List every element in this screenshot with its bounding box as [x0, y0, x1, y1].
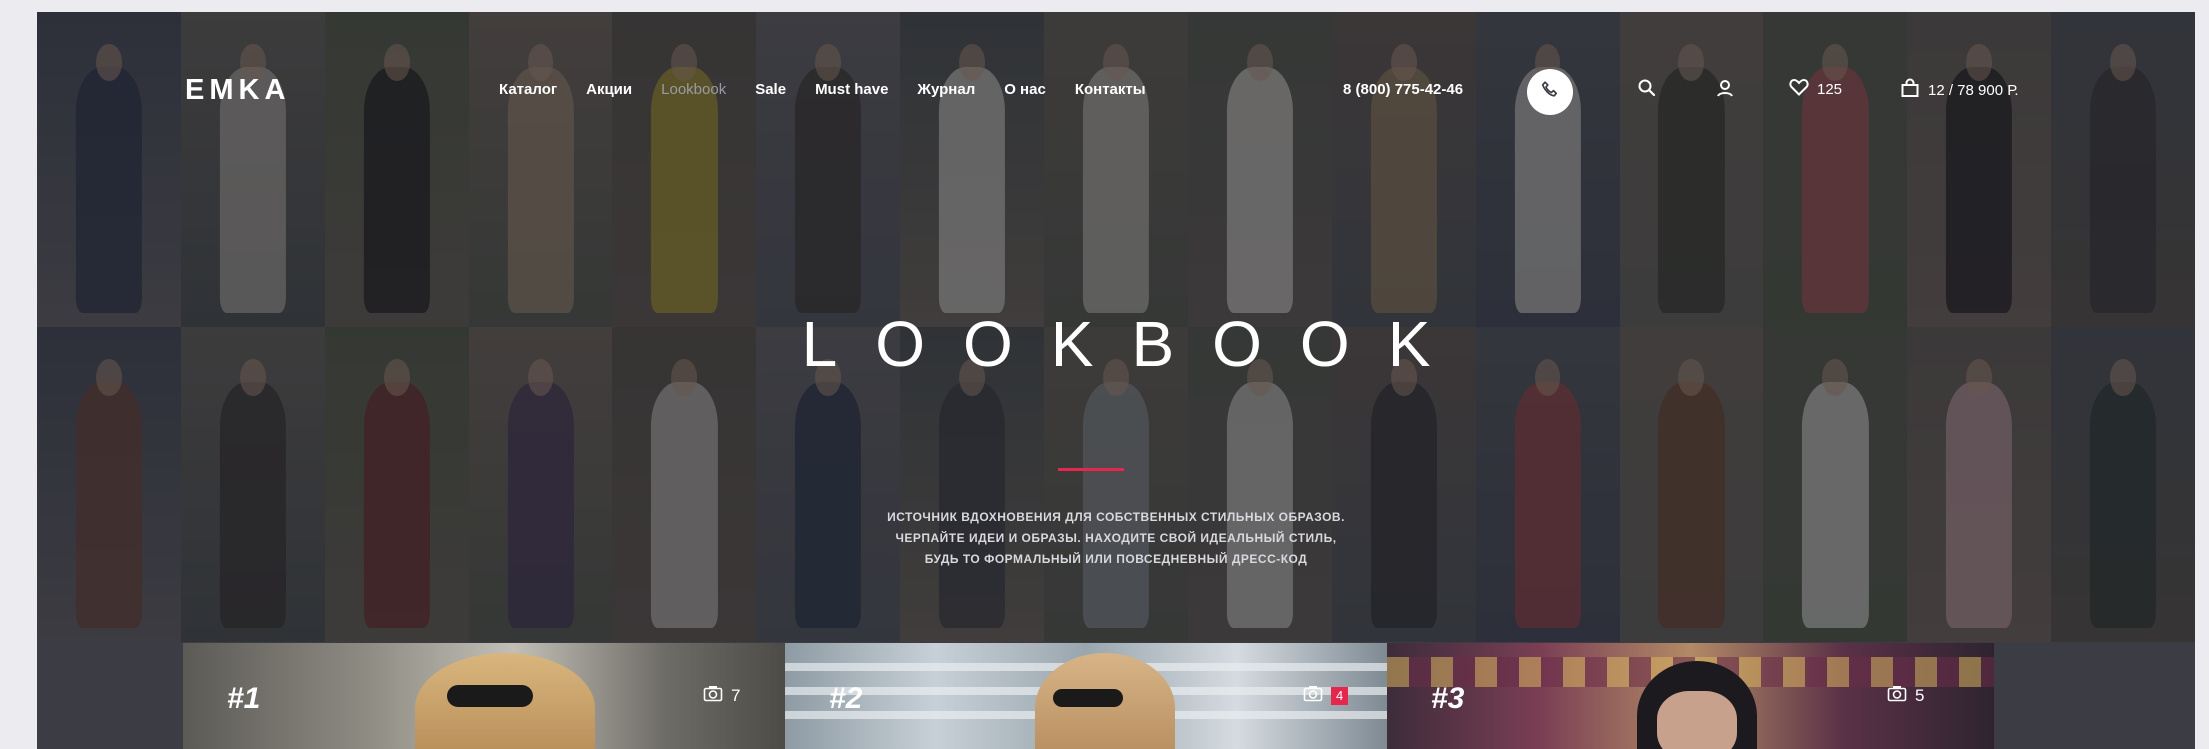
nav-item-promotions[interactable]: Акции: [586, 81, 632, 98]
nav-item-about[interactable]: О нас: [1004, 81, 1046, 98]
camera-icon: [1303, 685, 1323, 707]
page-subtitle: ИСТОЧНИК ВДОХНОВЕНИЯ ДЛЯ СОБСТВЕННЫХ СТИ…: [37, 507, 2195, 570]
card-number: #3: [1431, 682, 1465, 715]
user-icon[interactable]: [1715, 78, 1735, 103]
camera-icon: [1887, 685, 1907, 707]
nav-item-contacts[interactable]: Контакты: [1075, 81, 1146, 98]
card-number: #1: [227, 682, 261, 715]
camera-icon: [703, 685, 723, 707]
card-number: #2: [829, 682, 863, 715]
nav-item-journal[interactable]: Журнал: [917, 81, 975, 98]
site-logo[interactable]: EMKA: [185, 74, 290, 107]
photo-count: 5: [1887, 685, 1924, 707]
call-button[interactable]: [1527, 69, 1573, 115]
sunglasses-shape: [447, 685, 533, 707]
photo-count-value: 7: [731, 686, 741, 705]
cart-icon: [1900, 78, 1920, 102]
heart-icon: [1789, 78, 1809, 100]
lookbook-page: EMKA Каталог Акции Lookbook Sale Must ha…: [37, 12, 2195, 749]
cart-summary: 12 / 78 900 Р.: [1928, 81, 2019, 99]
main-nav: Каталог Акции Lookbook Sale Must have Жу…: [499, 81, 1146, 98]
lookbook-card[interactable]: #3 5: [1387, 643, 1994, 749]
lookbook-card[interactable]: #1 7: [183, 643, 785, 749]
phone-icon: [1539, 79, 1561, 106]
nav-item-sale[interactable]: Sale: [755, 81, 786, 98]
photo-count: 7: [703, 685, 740, 707]
title-divider: [1058, 468, 1124, 471]
subtitle-line: БУДЬ ТО ФОРМАЛЬНЫЙ ИЛИ ПОВСЕДНЕВНЫЙ ДРЕС…: [924, 552, 1308, 566]
cart-link[interactable]: 12 / 78 900 Р.: [1900, 78, 2019, 102]
favorites-count: 125: [1817, 80, 1843, 98]
search-icon[interactable]: [1637, 78, 1657, 103]
subtitle-line: ИСТОЧНИК ВДОХНОВЕНИЯ ДЛЯ СОБСТВЕННЫХ СТИ…: [887, 510, 1345, 524]
page-title: LOOKBOOK: [801, 308, 1469, 380]
face-shape: [1657, 691, 1737, 749]
subtitle-line: ЧЕРПАЙТЕ ИДЕИ И ОБРАЗЫ. НАХОДИТЕ СВОЙ ИД…: [895, 531, 1337, 545]
nav-item-must-have[interactable]: Must have: [815, 81, 888, 98]
nav-item-catalog[interactable]: Каталог: [499, 81, 557, 98]
photo-count-value: 4: [1331, 687, 1349, 705]
sunglasses-shape: [1053, 689, 1123, 707]
lookbook-cards: #1 7 #2 4 #3 5: [183, 643, 1994, 749]
favorites-link[interactable]: 125: [1789, 78, 1842, 100]
nav-item-lookbook[interactable]: Lookbook: [661, 81, 726, 98]
photo-count: 4: [1303, 685, 1349, 707]
phone-number[interactable]: 8 (800) 775-42-46: [1343, 81, 1463, 98]
lookbook-card[interactable]: #2 4: [785, 643, 1387, 749]
photo-count-value: 5: [1915, 686, 1925, 705]
